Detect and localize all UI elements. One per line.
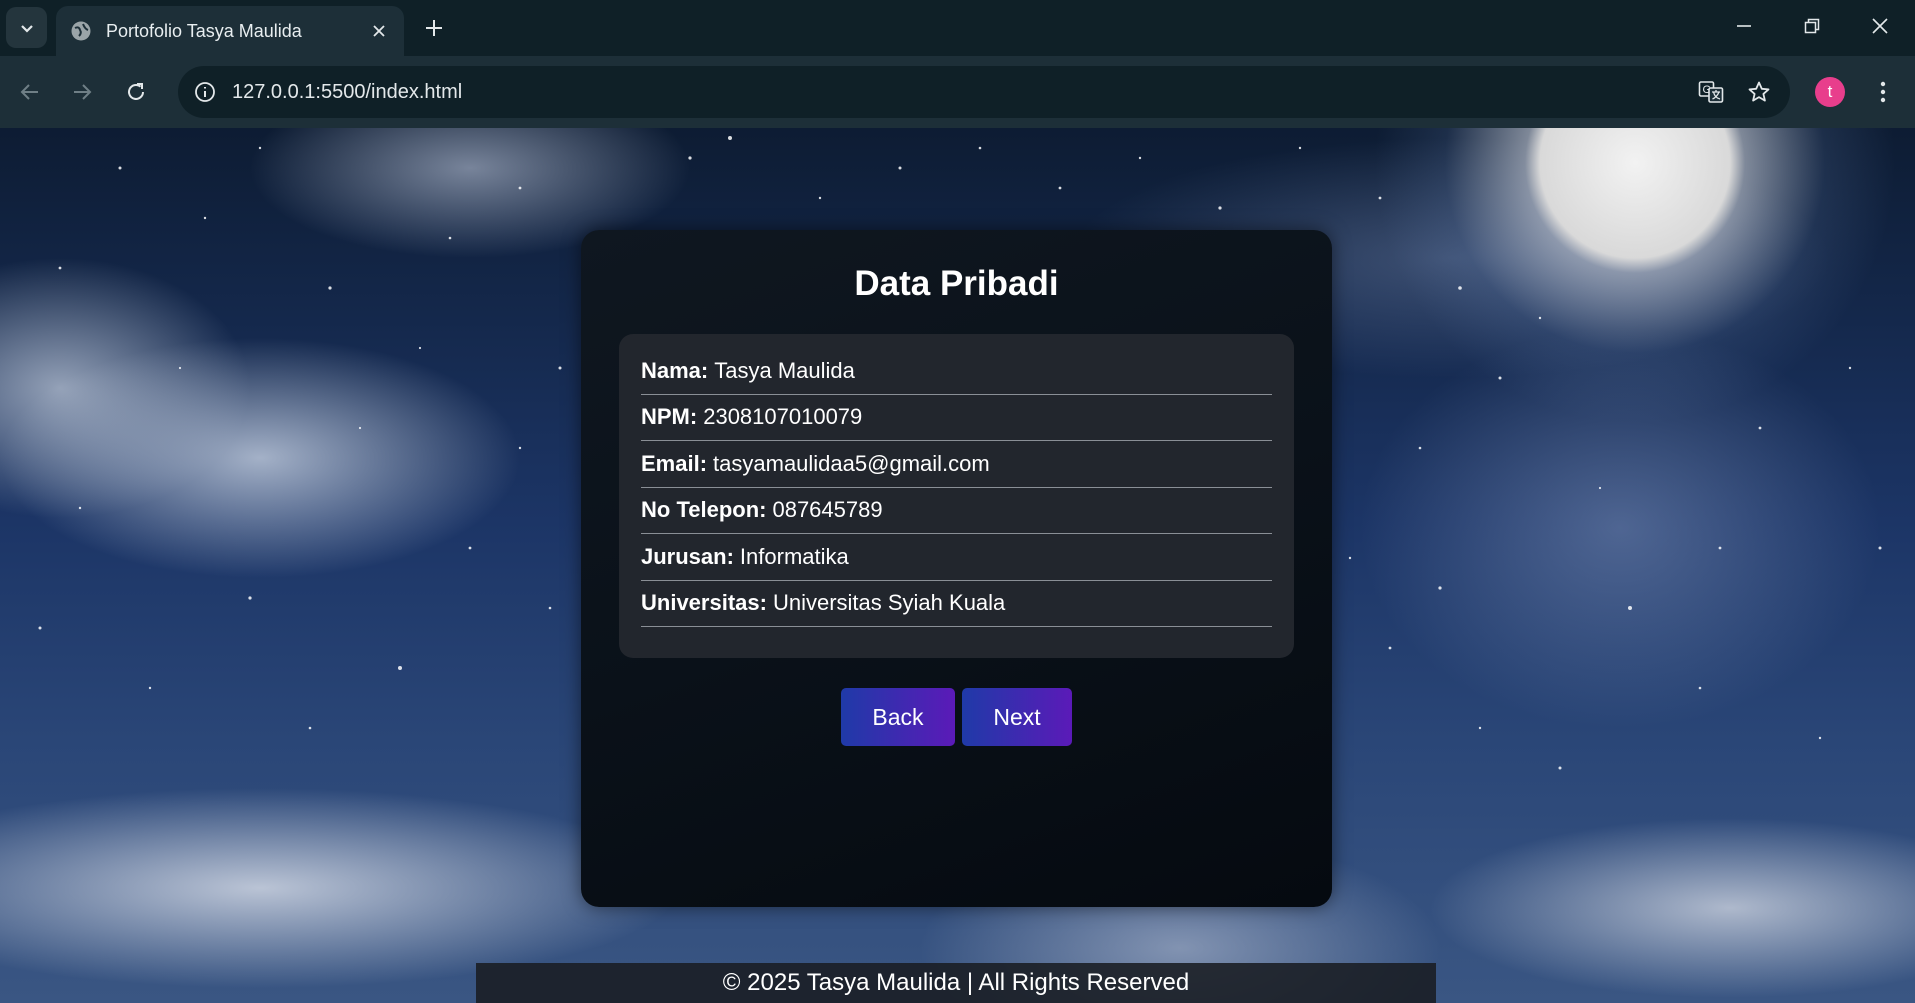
restore-button[interactable] [1777,0,1847,52]
browser-tab[interactable]: Portofolio Tasya Maulida [56,6,404,56]
restore-icon [1804,18,1820,34]
tab-search-button[interactable] [6,7,47,48]
personal-data-card: Data Pribadi Nama: Tasya Maulida NPM: 23… [581,230,1332,907]
minimize-icon [1737,25,1751,27]
bookmark-button[interactable] [1742,75,1776,109]
field-value: Universitas Syiah Kuala [772,590,1006,616]
window-close-icon [1872,18,1888,34]
site-info-button[interactable] [190,77,220,107]
translate-icon: G [1698,81,1724,103]
forward-arrow-icon [74,84,92,100]
field-value: 2308107010079 [703,404,863,430]
field-label: Nama: [641,357,709,383]
info-row-universitas: Universitas: Universitas Syiah Kuala [641,581,1272,627]
new-tab-button[interactable] [418,12,450,44]
info-row-jurusan: Jurusan: Informatika [641,534,1272,581]
nav-buttons: Back Next [581,688,1332,746]
info-row-npm: NPM: 2308107010079 [641,395,1272,441]
field-value: tasyamaulidaa5@gmail.com [713,450,990,476]
back-button[interactable]: Back [841,688,955,746]
reload-icon [128,83,144,100]
forward-nav-button[interactable] [62,72,102,112]
translate-button[interactable]: G [1694,75,1728,109]
tab-close-button[interactable] [368,20,390,42]
more-vert-icon [1880,81,1886,103]
info-row-telepon: No Telepon: 087645789 [641,488,1272,534]
field-label: NPM: [641,404,698,430]
field-label: Email: [641,450,708,476]
tab-title: Portofolio Tasya Maulida [106,20,302,41]
field-label: Jurusan: [641,543,734,569]
field-value: 087645789 [772,497,883,523]
close-icon [373,25,385,37]
info-row-email: Email: tasyamaulidaa5@gmail.com [641,441,1272,488]
reload-button[interactable] [116,72,156,112]
card-title: Data Pribadi [854,264,1059,303]
page-viewport: Data Pribadi Nama: Tasya Maulida NPM: 23… [0,128,1915,1003]
plus-icon [426,20,442,36]
window-close-button[interactable] [1845,0,1915,52]
star-icon [1748,81,1770,102]
chevron-down-icon [20,24,33,33]
field-value: Tasya Maulida [714,357,855,383]
personal-info-list: Nama: Tasya Maulida NPM: 2308107010079 E… [619,334,1294,658]
profile-avatar[interactable]: t [1815,77,1845,107]
next-button[interactable]: Next [962,688,1072,746]
globe-icon [71,21,91,41]
back-nav-button[interactable] [10,72,50,112]
browser-toolbar: 127.0.0.1:5500/index.html G t [0,56,1915,128]
tab-strip: Portofolio Tasya Maulida [0,0,1915,56]
page-footer: © 2025 Tasya Maulida | All Rights Reserv… [476,963,1436,1003]
back-arrow-icon [20,84,38,100]
browser-menu-button[interactable] [1868,74,1898,110]
field-value: Informatika [739,543,849,569]
url-text[interactable]: 127.0.0.1:5500/index.html [232,81,1694,104]
minimize-button[interactable] [1709,0,1779,52]
info-icon [195,82,215,102]
field-label: No Telepon: [641,497,767,523]
address-bar[interactable]: 127.0.0.1:5500/index.html G [178,66,1790,118]
field-label: Universitas: [641,590,767,616]
info-row-nama: Nama: Tasya Maulida [641,348,1272,395]
